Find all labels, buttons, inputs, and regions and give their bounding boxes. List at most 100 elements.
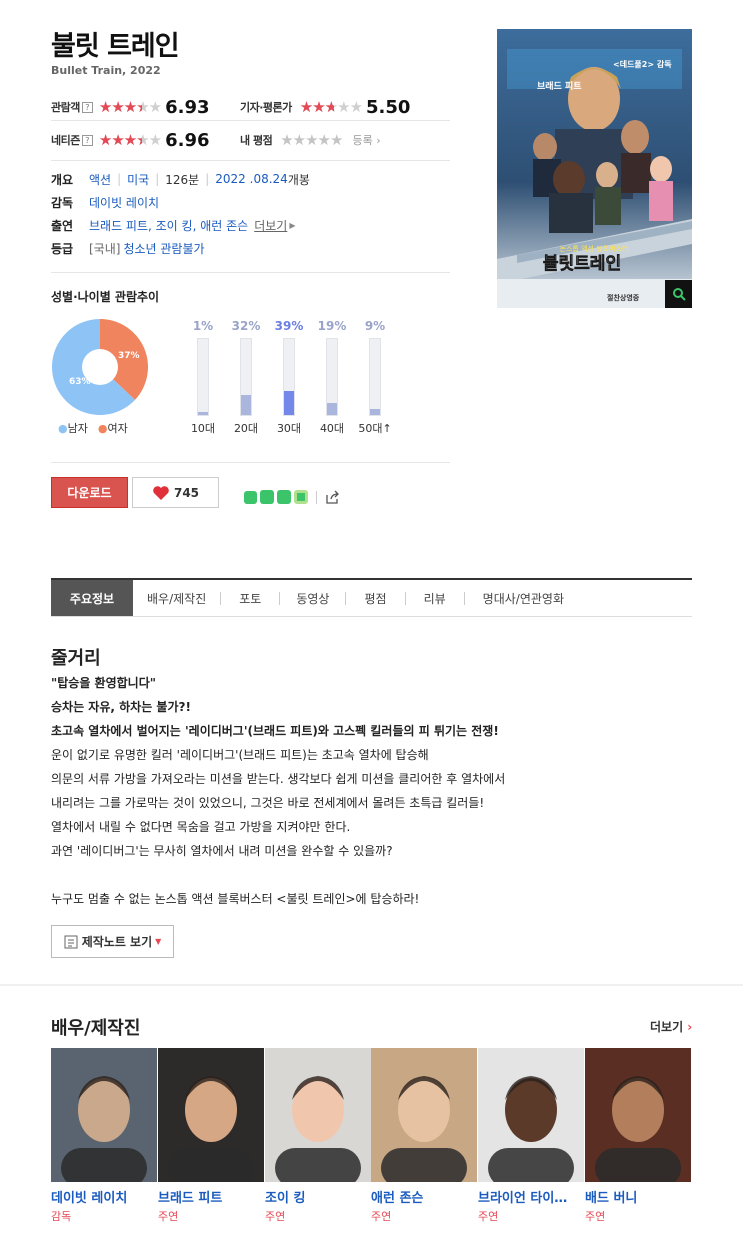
synopsis-line: 승차는 자유, 하차는 불가?! [51, 700, 191, 714]
synopsis-line: 내리려는 그를 가로막는 것이 있었으니, 그것은 바로 전세계에서 몰려든 초… [51, 796, 485, 810]
country-link[interactable]: 미국 [127, 171, 149, 188]
critics-stars: ★★★★★★★★★★ [299, 97, 363, 116]
director-link[interactable]: 데이빗 레이치 [89, 194, 159, 211]
age-label: 50대↑ [358, 422, 392, 435]
synopsis-line: 열차에서 내릴 수 없다면 목숨을 걸고 가방을 지켜야만 한다. [51, 820, 351, 834]
like-button[interactable]: 745 [132, 477, 219, 508]
info-overview: 개요 액션 | 미국 | 126분 | 2022 .08.24 개봉 [51, 171, 310, 187]
male-percent: 63% [69, 377, 91, 387]
grade-label: 등급 [51, 241, 74, 256]
audience-label: 관람객 [51, 101, 80, 114]
age-bar-track [197, 338, 209, 416]
divider [51, 120, 450, 121]
help-icon[interactable]: ? [81, 134, 93, 146]
tab-quotes-related[interactable]: 명대사/연관영화 [465, 580, 582, 616]
cast-card[interactable]: 브래드 피트주연 [158, 1048, 264, 1224]
cast-photo[interactable] [585, 1048, 691, 1182]
female-percent: 37% [118, 351, 140, 361]
tab-main-info[interactable]: 주요정보 [51, 580, 133, 616]
band-icon[interactable] [244, 490, 257, 504]
legend-male: ●남자 [58, 422, 88, 435]
tab-review[interactable]: 리뷰 [406, 580, 464, 616]
keep-icon[interactable] [294, 490, 308, 504]
tab-rating[interactable]: 평점 [346, 580, 404, 616]
poster-title: 불릿트레인 [543, 254, 621, 274]
cast-name[interactable]: 애런 존슨 [371, 1187, 471, 1206]
age-bar [327, 403, 337, 415]
cast-name[interactable]: 배드 버니 [585, 1187, 685, 1206]
cast-name[interactable]: 브라이언 타이… [478, 1187, 578, 1206]
zoom-button[interactable] [665, 280, 692, 308]
my-rating-stars[interactable]: ★★★★★ [280, 132, 343, 148]
tab-cast-crew[interactable]: 배우/제작진 [133, 580, 220, 616]
divider [51, 160, 450, 161]
poster-top-left: 브래드 피트 [537, 80, 582, 92]
cast-name[interactable]: 브래드 피트 [158, 1187, 258, 1206]
cast-photo[interactable] [51, 1048, 157, 1182]
cast-card[interactable]: 데이빗 레이치감독 [51, 1048, 157, 1224]
production-note-label: 제작노트 보기 [81, 935, 153, 949]
cafe-icon[interactable] [260, 490, 274, 504]
movie-poster[interactable]: 논스톱 액션 블록버스터 불릿트레인 브래드 피트 <데드풀2> 감독 절찬상영… [497, 29, 692, 308]
my-rating-register-link[interactable]: 등록 › [352, 132, 380, 148]
cast-photo[interactable] [478, 1048, 584, 1182]
info-director: 감독 데이빗 레이치 [51, 194, 159, 210]
grade-link[interactable]: 청소년 관람불가 [123, 240, 204, 257]
search-icon [672, 288, 686, 301]
production-note-button[interactable]: 제작노트 보기 ▼ [51, 925, 174, 958]
cast-name[interactable]: 데이빗 레이치 [51, 1187, 151, 1206]
document-icon [64, 935, 78, 948]
tab-video[interactable]: 동영상 [280, 580, 345, 616]
synopsis-line: 누구도 멈출 수 없는 논스톱 액션 블록버스터 <불릿 트레인>에 탑승하라! [51, 892, 420, 906]
info-cast: 출연 브래드 피트, 조이 킹, 애런 존슨 더보기 ▶ [51, 217, 295, 233]
section-divider [0, 984, 743, 986]
share-icons [244, 490, 341, 504]
chevron-down-icon: ▼ [155, 937, 162, 946]
rating-row-netizen: 네티즌 ? ★★★★★★★★★★ 6.96 [51, 129, 210, 151]
cast-role: 주연 [158, 1210, 179, 1223]
cast-photo[interactable] [265, 1048, 371, 1182]
cast-label: 출연 [51, 218, 74, 233]
share-icon[interactable] [325, 490, 341, 504]
rating-row-mine: 내 평점 ★★★★★ 등록 › [240, 129, 381, 151]
cast-photo[interactable] [371, 1048, 477, 1182]
cast-section-title: 배우/제작진 [51, 1018, 141, 1039]
overview-label: 개요 [51, 172, 74, 187]
cast-role: 주연 [478, 1210, 499, 1223]
synopsis-line: "탑승을 환영합니다" [51, 676, 157, 690]
help-icon[interactable]: ? [81, 101, 93, 113]
age-bar [370, 409, 380, 415]
cast-photo[interactable] [158, 1048, 264, 1182]
critics-label: 기자·평론가 [240, 101, 292, 114]
download-button[interactable]: 다운로드 [51, 477, 128, 508]
netizen-score: 6.96 [165, 129, 210, 151]
cast-links[interactable]: 브래드 피트, 조이 킹, 애런 존슨 [89, 217, 248, 234]
grade-region: [국내] [89, 241, 121, 256]
like-count: 745 [173, 485, 200, 500]
separator: | [205, 172, 210, 186]
synopsis-line: 초고속 열차에서 벌어지는 '레이디버그'(브래드 피트)와 고스펙 킬러들의 … [51, 724, 499, 738]
cast-card[interactable]: 브라이언 타이… 주연 [478, 1048, 584, 1224]
release-date-link[interactable]: 2022 .08.24 [215, 172, 288, 186]
poster-tagline: 논스톱 액션 블록버스터 [560, 244, 629, 253]
synopsis-line: 운이 없기로 유명한 킬러 '레이디버그'(브래드 피트)는 초고속 열차에 탑… [51, 748, 429, 762]
info-grade: 등급 [국내] 청소년 관람불가 [51, 240, 205, 256]
cast-card[interactable]: 애런 존슨 주연 [371, 1048, 477, 1224]
cast-card[interactable]: 배드 버니 주연 [585, 1048, 691, 1224]
tab-photo[interactable]: 포토 [221, 580, 279, 616]
blog-icon[interactable] [277, 490, 291, 504]
genre-link[interactable]: 액션 [89, 171, 111, 188]
cast-more-link[interactable]: 더보기 › [650, 1018, 692, 1035]
cast-name[interactable]: 조이 킹 [265, 1187, 365, 1206]
my-rating-label: 내 평점 [240, 134, 273, 147]
more-cast-link[interactable]: 더보기 [254, 217, 287, 234]
age-percent: 9% [364, 319, 386, 333]
synopsis-line: 의문의 서류 가방을 가져오라는 미션을 받는다. 생각보다 쉽게 미션을 클리… [51, 772, 506, 786]
poster-top-right: <데드풀2> 감독 [613, 59, 672, 69]
separator: | [117, 172, 122, 186]
separator [316, 490, 317, 504]
cast-card[interactable]: 조이 킹 주연 [265, 1048, 371, 1224]
age-bar-track [283, 338, 295, 416]
critics-score: 5.50 [366, 96, 411, 118]
cast-role: 감독 [51, 1210, 72, 1223]
